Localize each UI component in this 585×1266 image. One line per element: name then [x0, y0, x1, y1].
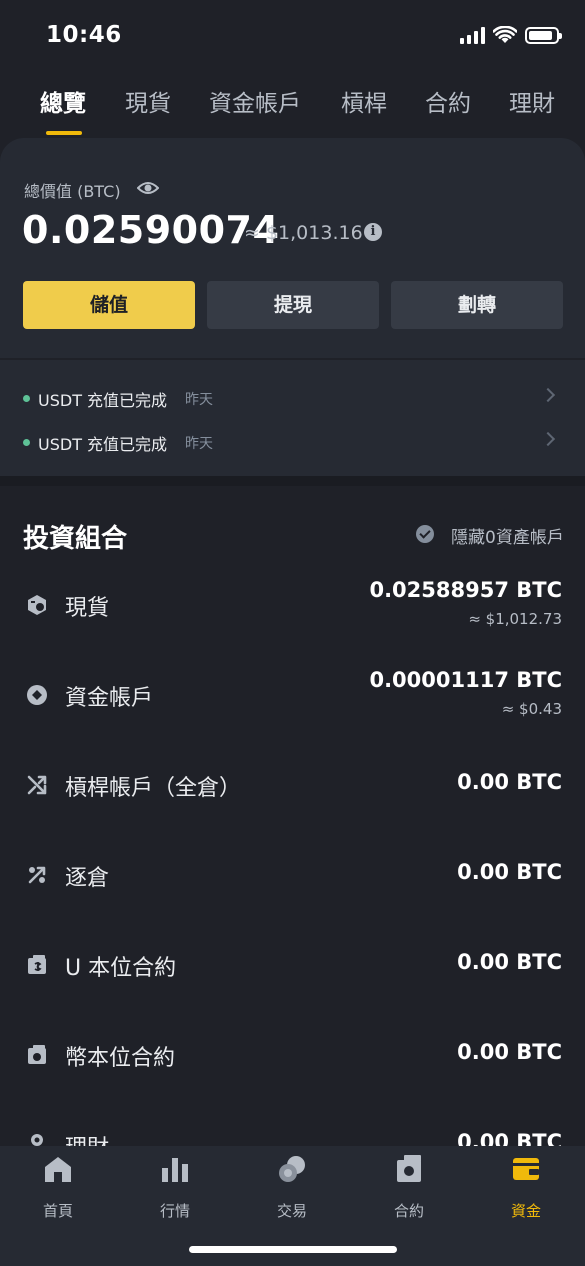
account-name: 逐倉 — [65, 866, 110, 891]
wifi-icon — [493, 26, 517, 43]
tab-spot[interactable]: 現貨 — [125, 84, 171, 118]
nav-futures[interactable]: 合約 — [369, 1154, 449, 1221]
portfolio-section: 投資組合 隱藏0資產帳戶 現貨 0.02588957 BTC ≈ $1,012.… — [0, 486, 585, 1146]
success-dot-icon — [23, 439, 30, 446]
info-icon[interactable]: i — [364, 223, 382, 241]
account-name: U 本位合約 — [65, 956, 177, 981]
account-btc-value: 0.00 BTC — [457, 770, 562, 794]
portfolio-title: 投資組合 — [23, 524, 128, 554]
account-name: 資金帳戶 — [65, 686, 154, 711]
notification-text: USDT 充值已完成 — [38, 435, 168, 454]
tab-futures[interactable]: 合約 — [425, 84, 471, 118]
earn-icon — [31, 1134, 43, 1146]
account-name: 幣本位合約 — [65, 1046, 176, 1071]
trade-icon — [279, 1156, 305, 1182]
transfer-button[interactable]: 劃轉 — [391, 281, 563, 329]
markets-icon — [162, 1158, 188, 1182]
account-name: 現貨 — [65, 596, 110, 621]
usdm-futures-icon — [28, 955, 46, 974]
deposit-button[interactable]: 儲值 — [23, 281, 195, 329]
nav-label: 交易 — [276, 1202, 307, 1220]
isolated-margin-icon — [28, 866, 46, 884]
account-tabs: 總覽 現貨 資金帳戶 槓桿 合約 理財 — [0, 84, 585, 136]
portfolio-row-cross-margin[interactable]: 槓桿帳戶（全倉） 0.00 BTC — [0, 744, 585, 834]
status-icons — [460, 26, 562, 44]
chevron-right-icon — [540, 431, 556, 447]
notification-item[interactable]: USDT 充值已完成 昨天 — [0, 422, 585, 462]
portfolio-row-funding[interactable]: 資金帳戶 0.00001117 BTC ≈ $0.43 — [0, 654, 585, 744]
tab-funding[interactable]: 資金帳戶 — [209, 84, 301, 118]
tab-margin[interactable]: 槓桿 — [341, 84, 387, 118]
success-dot-icon — [23, 395, 30, 402]
notification-time: 昨天 — [185, 392, 213, 408]
account-name: 槓桿帳戶（全倉） — [65, 776, 242, 801]
nav-label: 行情 — [159, 1202, 190, 1220]
account-btc-value: 0.00 BTC — [457, 950, 562, 974]
withdraw-button[interactable]: 提現 — [207, 281, 379, 329]
wallet-icon — [513, 1158, 539, 1180]
nav-wallet[interactable]: 資金 — [486, 1154, 566, 1221]
funding-icon — [27, 685, 47, 705]
section-separator — [0, 476, 585, 486]
spot-icon — [28, 595, 46, 615]
balance-summary-card: 總價值 (BTC) 0.02590074 ≈ $1,013.16 i 儲值 提現… — [0, 138, 585, 483]
account-btc-value: 0.00 BTC — [457, 1040, 562, 1064]
notification-text: USDT 充值已完成 — [38, 391, 168, 410]
account-usd-value: ≈ $0.43 — [501, 700, 562, 718]
coinm-futures-icon — [28, 1045, 46, 1064]
notification-time: 昨天 — [185, 436, 213, 452]
home-indicator[interactable] — [189, 1246, 397, 1253]
nav-label: 合約 — [393, 1202, 424, 1220]
tab-overview[interactable]: 總覽 — [40, 84, 86, 118]
account-btc-value: 0.00 BTC — [457, 1130, 562, 1146]
nav-label: 資金 — [510, 1202, 541, 1220]
nav-trade[interactable]: 交易 — [252, 1154, 332, 1221]
chevron-right-icon — [540, 387, 556, 403]
total-btc-value: 0.02590074 — [22, 208, 280, 252]
account-btc-value: 0.00001117 BTC — [369, 668, 562, 692]
total-value-label: 總價值 (BTC) — [24, 182, 121, 201]
account-btc-value: 0.02588957 BTC — [369, 578, 562, 602]
divider — [0, 358, 585, 360]
portfolio-row-coinm-futures[interactable]: 幣本位合約 0.00 BTC — [0, 1014, 585, 1104]
check-circle-icon[interactable] — [416, 525, 434, 543]
portfolio-row-spot[interactable]: 現貨 0.02588957 BTC ≈ $1,012.73 — [0, 564, 585, 654]
cross-margin-icon — [27, 775, 47, 795]
battery-icon — [525, 26, 562, 44]
cellular-signal-icon — [460, 26, 485, 44]
status-time: 10:46 — [46, 22, 122, 48]
account-name: 理財 — [65, 1130, 109, 1146]
eye-icon[interactable] — [137, 178, 159, 198]
home-icon — [45, 1157, 71, 1182]
futures-icon — [397, 1155, 421, 1182]
account-usd-value: ≈ $1,012.73 — [468, 610, 562, 628]
nav-home[interactable]: 首頁 — [18, 1154, 98, 1221]
notification-item[interactable]: USDT 充值已完成 昨天 — [0, 378, 585, 418]
total-usd-value: ≈ $1,013.16 — [244, 222, 363, 244]
tab-earn[interactable]: 理財 — [509, 84, 555, 118]
account-btc-value: 0.00 BTC — [457, 860, 562, 884]
nav-label: 首頁 — [42, 1202, 73, 1220]
wallet-overview-screen: 10:46 總覽 現貨 資金帳戶 槓桿 合約 理財 總價值 (BTC) 0.02… — [0, 0, 585, 1266]
hide-zero-balance-toggle[interactable]: 隱藏0資產帳戶 — [451, 523, 564, 548]
nav-markets[interactable]: 行情 — [135, 1154, 215, 1221]
active-tab-indicator — [46, 131, 82, 135]
portfolio-row-earn[interactable]: 理財 0.00 BTC — [0, 1104, 585, 1146]
portfolio-row-isolated-margin[interactable]: 逐倉 0.00 BTC — [0, 834, 585, 924]
status-bar: 10:46 — [0, 0, 585, 70]
portfolio-row-usdm-futures[interactable]: U 本位合約 0.00 BTC — [0, 924, 585, 1014]
